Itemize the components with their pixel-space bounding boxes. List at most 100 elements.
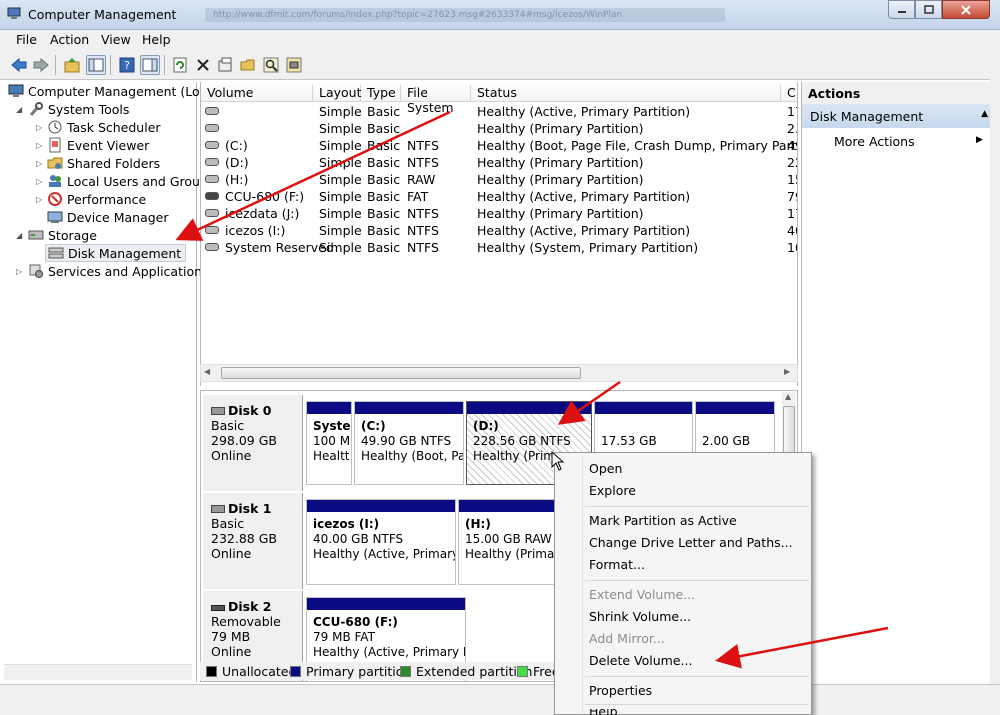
partition-status: Healthy (Boot, Pag bbox=[361, 449, 464, 463]
cell-volume: icezdata (J:) bbox=[225, 206, 300, 221]
cell-status: Healthy (Active, Primary Partition) bbox=[477, 189, 691, 204]
actions-section-disk-management[interactable]: Disk Management ▲ bbox=[802, 104, 998, 128]
menu-help[interactable]: Help bbox=[589, 709, 618, 715]
submenu-arrow-icon: ▶ bbox=[976, 135, 983, 145]
help-icon[interactable]: ? bbox=[117, 55, 137, 75]
menu-shrink-volume[interactable]: Shrink Volume... bbox=[589, 609, 691, 624]
table-row[interactable]: (C:) Simple Basic NTFS Healthy (Boot, Page F… bbox=[201, 137, 797, 154]
back-arrow-icon[interactable] bbox=[9, 55, 29, 75]
table-row[interactable]: icezdata (J:) Simple Basic NTFS Healthy (Pri… bbox=[201, 205, 797, 222]
properties-icon[interactable] bbox=[215, 55, 235, 75]
expand-arrow-icon[interactable]: ▷ bbox=[36, 195, 42, 204]
scrollbar-thumb[interactable] bbox=[221, 367, 581, 379]
tree-root[interactable]: Computer Management (Local bbox=[8, 82, 218, 100]
legend-primary: Primary partition bbox=[290, 664, 411, 679]
menu-delete-volume[interactable]: Delete Volume... bbox=[589, 653, 692, 668]
open-folder-icon[interactable] bbox=[238, 55, 258, 75]
tree-system-tools[interactable]: System Tools bbox=[28, 100, 129, 118]
disk-0-label[interactable]: Disk 0 Basic 298.09 GB Online bbox=[203, 395, 303, 491]
tree-shared-folders[interactable]: Shared Folders bbox=[47, 154, 160, 172]
table-row[interactable]: Simple Basic Healthy (Primary Partition) 2. bbox=[201, 120, 797, 137]
menu-explore[interactable]: Explore bbox=[589, 483, 636, 498]
cell-status: Healthy (Active, Primary Partition) bbox=[477, 104, 691, 119]
table-row[interactable]: CCU-680 (F:) Simple Basic FAT Healthy (Activ… bbox=[201, 188, 797, 205]
tree-services[interactable]: Services and Applications bbox=[28, 262, 209, 280]
expand-arrow-icon[interactable]: ▷ bbox=[16, 267, 22, 276]
title-bar: Computer Management http://www.dfmit.com… bbox=[0, 0, 1000, 30]
delete-icon[interactable] bbox=[193, 55, 213, 75]
menu-open[interactable]: Open bbox=[589, 461, 622, 476]
tree-storage[interactable]: Storage bbox=[28, 226, 97, 244]
forward-arrow-icon[interactable] bbox=[31, 55, 51, 75]
cell-cap: 15 bbox=[787, 172, 797, 187]
more-actions[interactable]: More Actions bbox=[834, 134, 915, 149]
tree-device-manager[interactable]: Device Manager bbox=[47, 208, 169, 226]
table-row[interactable]: icezos (I:) Simple Basic NTFS Healthy (Activ… bbox=[201, 222, 797, 239]
mouse-cursor-icon bbox=[551, 451, 565, 471]
table-row[interactable]: (D:) Simple Basic NTFS Healthy (Primary Part… bbox=[201, 154, 797, 171]
cell-type: Basic bbox=[367, 240, 401, 255]
window-right-edge bbox=[990, 30, 1000, 715]
expand-arrow-icon[interactable]: ▷ bbox=[36, 159, 42, 168]
tree-disk-management[interactable]: Disk Management bbox=[45, 244, 187, 262]
partition-status: Healthy (Primary bbox=[465, 547, 567, 561]
partition-status: Healthy (Prima bbox=[473, 449, 563, 463]
column-layout[interactable]: Layout bbox=[313, 85, 362, 102]
disk-0-name: Disk 0 bbox=[228, 403, 272, 418]
show-hide-action-pane-icon[interactable] bbox=[140, 55, 160, 75]
partition-c[interactable]: (C:) 49.90 GB NTFS Healthy (Boot, Pag bbox=[354, 401, 464, 485]
partition-size: 100 M bbox=[313, 434, 351, 448]
menu-action[interactable]: Action bbox=[50, 32, 89, 47]
menu-mark-active[interactable]: Mark Partition as Active bbox=[589, 513, 737, 528]
column-file-system[interactable]: File System bbox=[401, 85, 471, 115]
partition-system-reserved[interactable]: Syster100 MHealtt bbox=[306, 401, 352, 485]
cell-volume: CCU-680 (F:) bbox=[225, 189, 305, 204]
menu-view[interactable]: View bbox=[101, 32, 131, 47]
partition-icezos[interactable]: icezos (I:) 40.00 GB NTFS Healthy (Active,… bbox=[306, 499, 456, 585]
tree-horizontal-scrollbar[interactable] bbox=[4, 664, 192, 680]
collapse-up-icon[interactable]: ▲ bbox=[981, 109, 988, 119]
scroll-left-icon[interactable]: ◀ bbox=[204, 367, 210, 376]
minimize-button[interactable] bbox=[888, 0, 915, 19]
refresh-icon[interactable] bbox=[170, 55, 190, 75]
cell-fs: NTFS bbox=[407, 223, 439, 238]
menu-help[interactable]: Help bbox=[142, 32, 171, 47]
menu-file[interactable]: File bbox=[16, 32, 37, 47]
expand-arrow-icon[interactable]: ▷ bbox=[36, 177, 42, 186]
maximize-button[interactable] bbox=[915, 0, 942, 19]
legend-swatch bbox=[290, 666, 301, 677]
scroll-right-icon[interactable]: ▶ bbox=[784, 367, 790, 376]
expand-arrow-icon[interactable]: ▷ bbox=[36, 123, 42, 132]
show-hide-console-tree-icon[interactable] bbox=[86, 55, 106, 75]
menu-format[interactable]: Format... bbox=[589, 557, 645, 572]
tree-performance[interactable]: Performance bbox=[47, 190, 146, 208]
column-type[interactable]: Type bbox=[361, 85, 401, 102]
cell-cap: 22 bbox=[787, 155, 797, 170]
cell-type: Basic bbox=[367, 138, 401, 153]
table-row[interactable]: System Reserved Simple Basic NTFS Healthy (S… bbox=[201, 239, 797, 256]
magnifier-icon[interactable] bbox=[261, 55, 281, 75]
table-row[interactable]: (H:) Simple Basic RAW Healthy (Primary Parti… bbox=[201, 171, 797, 188]
menu-change-drive-letter[interactable]: Change Drive Letter and Paths... bbox=[589, 535, 793, 550]
volume-list-horizontal-scrollbar[interactable]: ◀ ▶ bbox=[200, 364, 798, 382]
table-row[interactable]: Simple Basic Healthy (Active, Primary Part… bbox=[201, 103, 797, 120]
disk-settings-icon[interactable] bbox=[284, 55, 304, 75]
up-folder-icon[interactable] bbox=[62, 55, 82, 75]
column-status[interactable]: Status bbox=[471, 85, 781, 102]
tree-event-viewer[interactable]: Event Viewer bbox=[47, 136, 149, 154]
disk-1-label[interactable]: Disk 1 Basic 232.88 GB Online bbox=[203, 493, 303, 589]
device-manager-icon bbox=[47, 209, 63, 225]
collapse-arrow-icon[interactable]: ◢ bbox=[16, 231, 22, 240]
column-volume[interactable]: Volume bbox=[201, 85, 313, 102]
collapse-arrow-icon[interactable]: ◢ bbox=[16, 105, 22, 114]
tree-local-users[interactable]: Local Users and Groups bbox=[47, 172, 214, 190]
menu-properties[interactable]: Properties bbox=[589, 683, 652, 698]
storage-icon bbox=[28, 227, 44, 243]
tree-task-scheduler[interactable]: Task Scheduler bbox=[47, 118, 161, 136]
column-capacity[interactable]: C bbox=[781, 85, 797, 102]
expand-arrow-icon[interactable]: ▷ bbox=[36, 141, 42, 150]
disk-2-size: 79 MB bbox=[211, 629, 251, 644]
scroll-up-icon[interactable]: ▲ bbox=[785, 392, 791, 401]
close-button[interactable] bbox=[942, 0, 990, 19]
partition-size: 228.56 GB NTFS bbox=[473, 434, 571, 448]
